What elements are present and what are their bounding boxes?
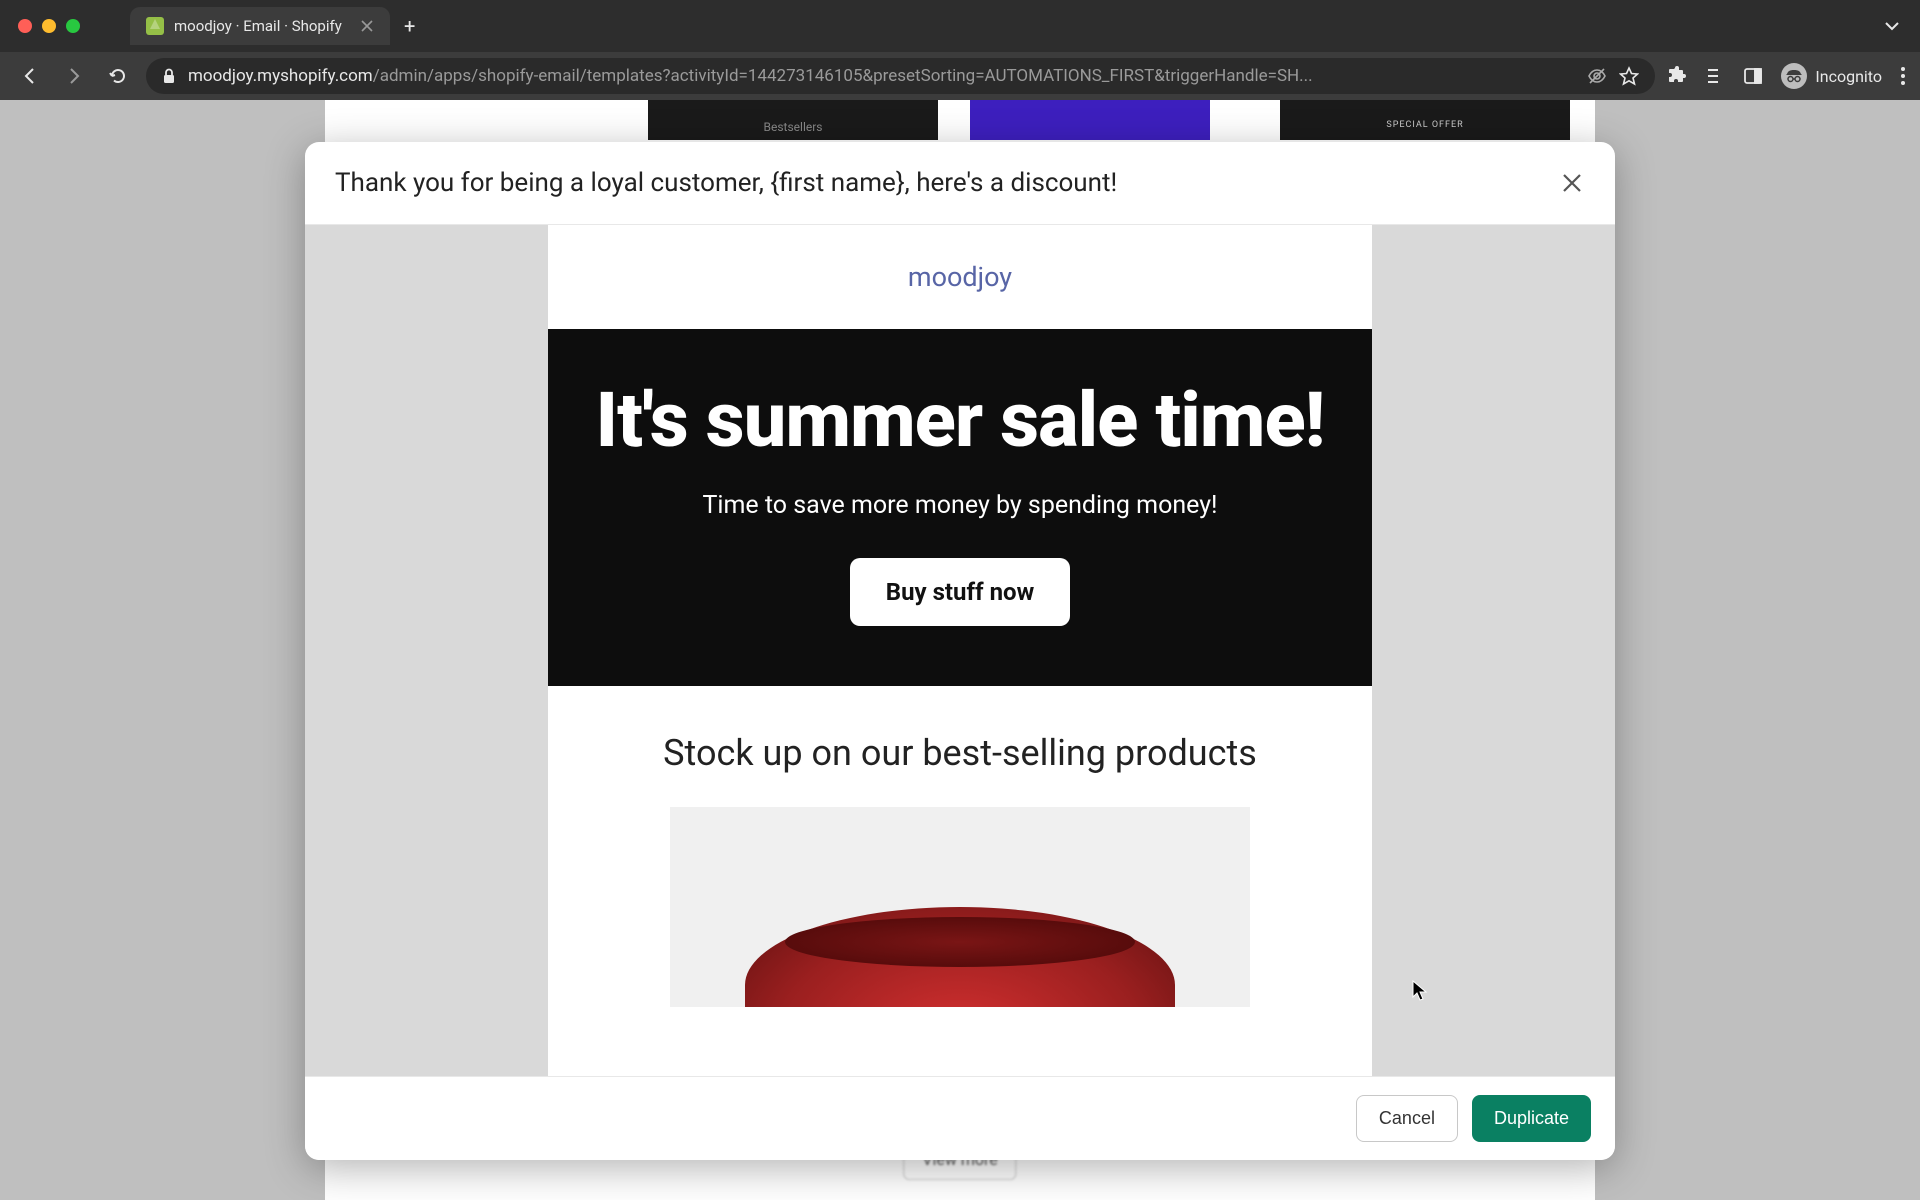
- toolbar-right-icons: Incognito: [1667, 63, 1906, 89]
- email-cta-button[interactable]: Buy stuff now: [850, 558, 1070, 626]
- reading-list-icon[interactable]: [1705, 66, 1725, 86]
- incognito-icon: [1781, 63, 1807, 89]
- modal-title: Thank you for being a loyal customer, {f…: [335, 168, 1117, 198]
- forward-button[interactable]: [58, 60, 90, 92]
- extensions-icon[interactable]: [1667, 66, 1687, 86]
- email-hero-section: It's summer sale time! Time to save more…: [548, 329, 1372, 686]
- tabs-dropdown-icon[interactable]: [1884, 21, 1900, 31]
- modal-close-button[interactable]: [1559, 170, 1585, 196]
- window-maximize-button[interactable]: [66, 19, 80, 33]
- email-hero-subtitle: Time to save more money by spending mone…: [588, 491, 1332, 520]
- browser-toolbar: moodjoy.myshopify.com/admin/apps/shopify…: [0, 52, 1920, 100]
- browser-menu-icon[interactable]: [1900, 66, 1906, 86]
- email-preview: moodjoy It's summer sale time! Time to s…: [548, 225, 1372, 1076]
- incognito-badge[interactable]: Incognito: [1781, 63, 1882, 89]
- incognito-label: Incognito: [1815, 67, 1882, 86]
- shopify-favicon-icon: [146, 17, 164, 35]
- cancel-button[interactable]: Cancel: [1356, 1095, 1458, 1142]
- traffic-lights: [18, 19, 80, 33]
- email-brand-name: moodjoy: [548, 225, 1372, 329]
- url-text: moodjoy.myshopify.com/admin/apps/shopify…: [188, 66, 1575, 86]
- reload-button[interactable]: [102, 60, 134, 92]
- window-close-button[interactable]: [18, 19, 32, 33]
- side-panel-icon[interactable]: [1743, 66, 1763, 86]
- lock-icon: [162, 68, 176, 84]
- modal-footer: Cancel Duplicate: [305, 1076, 1615, 1160]
- template-label: Bestsellers: [764, 120, 823, 134]
- template-thumbnail[interactable]: [970, 100, 1210, 140]
- new-tab-button[interactable]: +: [404, 14, 415, 38]
- email-hero-title: It's summer sale time!: [588, 379, 1332, 461]
- address-bar[interactable]: moodjoy.myshopify.com/admin/apps/shopify…: [146, 58, 1655, 94]
- tab-close-button[interactable]: [360, 19, 374, 33]
- bookmark-star-icon[interactable]: [1619, 66, 1639, 86]
- product-render: [745, 907, 1175, 1007]
- browser-tab-bar: moodjoy · Email · Shopify +: [130, 7, 415, 45]
- tab-title: moodjoy · Email · Shopify: [174, 17, 350, 35]
- email-section-title: Stock up on our best-selling products: [548, 686, 1372, 807]
- modal-body: moodjoy It's summer sale time! Time to s…: [305, 225, 1615, 1076]
- duplicate-button[interactable]: Duplicate: [1472, 1095, 1591, 1142]
- template-thumbnail[interactable]: Bestsellers: [648, 100, 938, 140]
- window-minimize-button[interactable]: [42, 19, 56, 33]
- modal-header: Thank you for being a loyal customer, {f…: [305, 142, 1615, 225]
- template-thumbnail[interactable]: SPECIAL OFFER: [1280, 100, 1570, 140]
- window-titlebar: moodjoy · Email · Shopify +: [0, 0, 1920, 52]
- eye-off-icon[interactable]: [1587, 66, 1607, 86]
- template-preview-modal: Thank you for being a loyal customer, {f…: [305, 142, 1615, 1160]
- browser-tab[interactable]: moodjoy · Email · Shopify: [130, 7, 390, 45]
- template-label: SPECIAL OFFER: [1386, 120, 1463, 130]
- email-product-image: [670, 807, 1250, 1007]
- back-button[interactable]: [14, 60, 46, 92]
